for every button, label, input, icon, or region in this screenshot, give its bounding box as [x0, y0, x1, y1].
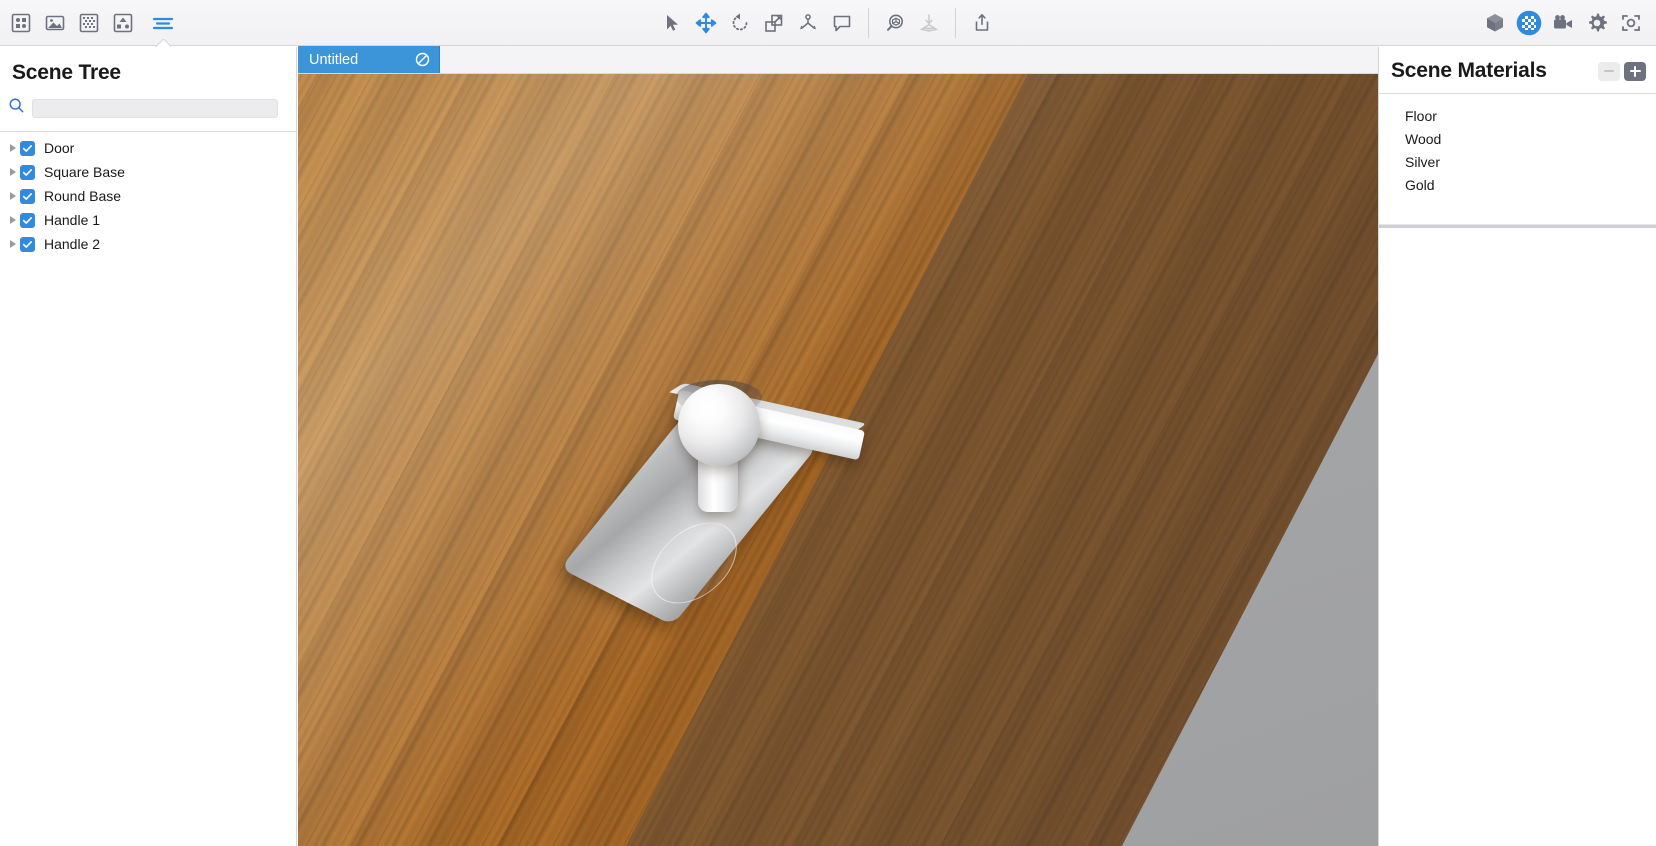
3d-viewport[interactable]: [298, 46, 1378, 846]
toolbar-separator: [868, 7, 869, 38]
scene-render: [298, 46, 1378, 846]
material-label: Floor: [1405, 107, 1437, 124]
plus-icon: [1629, 65, 1641, 77]
explode-icon[interactable]: [791, 6, 825, 40]
tree-row[interactable]: Square Base: [0, 160, 296, 184]
scale-icon[interactable]: [757, 6, 791, 40]
circle-slash-icon[interactable]: [415, 52, 430, 67]
scene-materials-actions: [1598, 61, 1646, 81]
select-arrow-icon[interactable]: [655, 6, 689, 40]
share-export-icon[interactable]: [965, 6, 999, 40]
tab-label: Untitled: [309, 51, 359, 68]
scene-materials-header: Scene Materials: [1379, 47, 1656, 94]
search-icon: [8, 97, 25, 119]
tree-row[interactable]: Handle 1: [0, 208, 296, 232]
move-icon[interactable]: [689, 6, 723, 40]
toolbar-right-group: [1478, 6, 1648, 40]
scene-tree-search-row: [0, 95, 296, 121]
toolbar-center-group: [655, 6, 999, 40]
handle-assembly[interactable]: [560, 376, 976, 637]
shapes-icon[interactable]: [106, 6, 140, 40]
page-title: Scene Tree: [12, 61, 121, 84]
textures-icon[interactable]: [72, 6, 106, 40]
isolate-object-icon[interactable]: [878, 6, 912, 40]
tab-untitled[interactable]: Untitled: [298, 46, 440, 73]
round-base-knob-object[interactable]: [678, 384, 760, 466]
rotate-icon[interactable]: [723, 6, 757, 40]
add-material-button[interactable]: [1624, 61, 1646, 81]
materials-sphere-icon[interactable]: [1512, 6, 1546, 40]
object-cube-icon[interactable]: [1478, 6, 1512, 40]
material-list-item[interactable]: Floor: [1379, 104, 1656, 127]
tree-item-label: Handle 1: [44, 212, 101, 228]
material-list-item[interactable]: Silver: [1379, 150, 1656, 173]
toolbar-left-group: [4, 6, 180, 40]
toolbar-separator-2: [955, 7, 956, 38]
visibility-checkbox[interactable]: [20, 236, 35, 252]
snapshot-frame-icon[interactable]: [1614, 6, 1648, 40]
disclosure-triangle-icon[interactable]: [6, 192, 20, 200]
disclosure-triangle-icon[interactable]: [6, 240, 20, 248]
tree-item-label: Handle 2: [44, 236, 101, 252]
app-window: Untitled Scene Tree Door Square Base Round…: [0, 0, 1656, 846]
scene-materials-footer-divider: [1379, 224, 1656, 228]
annotation-icon[interactable]: [825, 6, 859, 40]
visibility-checkbox[interactable]: [20, 164, 35, 180]
disclosure-triangle-icon[interactable]: [6, 216, 20, 224]
tree-row[interactable]: Round Base: [0, 184, 296, 208]
tree-row[interactable]: Handle 2: [0, 232, 296, 256]
material-label: Silver: [1405, 153, 1441, 170]
material-list-item[interactable]: Wood: [1379, 127, 1656, 150]
scene-tree-list: Door Square Base Round Base Handle 1 Handle …: [0, 132, 296, 256]
images-icon[interactable]: [38, 6, 72, 40]
search-input[interactable]: [32, 98, 278, 118]
visibility-checkbox[interactable]: [20, 188, 35, 204]
scene-tree-panel: Scene Tree Door Square Base Round Base Hand…: [0, 47, 297, 846]
visibility-checkbox[interactable]: [20, 212, 35, 228]
document-tabstrip: Untitled: [298, 46, 1378, 74]
disclosure-triangle-icon[interactable]: [6, 144, 20, 152]
scene-tree-panel-notch: [155, 39, 171, 47]
scene-materials-title: Scene Materials: [1391, 59, 1547, 82]
minus-icon: [1604, 70, 1614, 72]
remove-material-button[interactable]: [1598, 61, 1620, 81]
material-list-item[interactable]: Gold: [1379, 173, 1656, 196]
tree-row[interactable]: Door: [0, 136, 296, 160]
top-toolbar: [0, 0, 1656, 46]
settings-gear-icon[interactable]: [1580, 6, 1614, 40]
place-on-ground-icon[interactable]: [912, 6, 946, 40]
scene-materials-list: Floor Wood Silver Gold: [1379, 94, 1656, 196]
material-label: Wood: [1405, 130, 1442, 147]
scene-tree-icon[interactable]: [146, 6, 180, 40]
disclosure-triangle-icon[interactable]: [6, 168, 20, 176]
tree-item-label: Door: [44, 140, 75, 156]
library-grid-icon[interactable]: [4, 6, 38, 40]
scene-materials-panel: Scene Materials Floor Wood Silver Gold: [1378, 47, 1656, 846]
camera-video-icon[interactable]: [1546, 6, 1580, 40]
visibility-checkbox[interactable]: [20, 140, 35, 156]
tree-item-label: Round Base: [44, 188, 122, 204]
material-label: Gold: [1405, 176, 1435, 193]
tree-item-label: Square Base: [44, 164, 125, 180]
